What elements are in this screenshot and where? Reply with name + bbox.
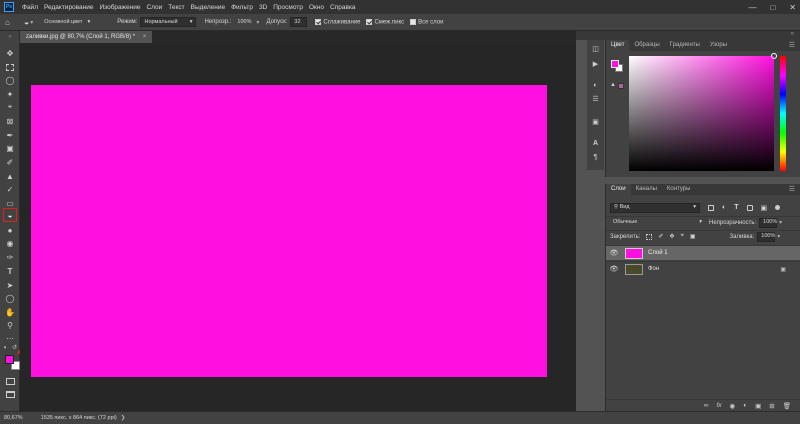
layers-bottom-bar: ∞ fx ◉ ◐ ▣ ⊞ 🗑 [606, 399, 800, 411]
layer-name[interactable]: Слой 1 [648, 250, 668, 256]
collapsed-panel-dock: ◫ ▶ ◐ ☰ ▣ A ¶ [587, 40, 604, 170]
layer-row[interactable]: 👁 Слой 1 [606, 245, 800, 260]
filter-type-icon[interactable]: T [734, 204, 738, 211]
panel-dock-header: « [576, 31, 800, 40]
link-layers-icon[interactable]: ∞ [704, 402, 709, 409]
visibility-eye-icon[interactable]: 👁 [608, 265, 620, 273]
color-panel-tabs: Цвет Образцы Градиенты Узоры ☰ [606, 40, 800, 51]
chevron-down-icon[interactable]: ▾ [779, 219, 782, 226]
layer-filter-row: ⚲ Вид ▾ ◐ T ▣ [610, 202, 796, 213]
close-tab-icon[interactable]: × [143, 34, 147, 40]
layer-filter-dropdown[interactable]: ⚲ Вид ▾ [610, 202, 700, 213]
filter-pixel-icon[interactable] [708, 204, 714, 211]
chevron-down-icon[interactable]: ▾ [777, 233, 780, 240]
layer-lock-row: Закрепить: ✐ ✥ ⌖ ▣ Заливка: 100% ▾ [606, 230, 800, 242]
gamut-color-swatch[interactable] [618, 83, 624, 89]
chevron-down-icon: ▾ [699, 219, 702, 225]
layer-fill-field[interactable]: 100% [757, 231, 775, 242]
character-panel-icon[interactable]: A [590, 138, 601, 148]
layer-blend-row: Обычные ▾ Непрозрачность: 100% ▾ [606, 216, 800, 228]
lock-transparency-icon[interactable] [646, 233, 653, 240]
color-picker-field[interactable] [629, 53, 777, 171]
document-canvas[interactable] [31, 85, 547, 377]
picker-cursor[interactable] [771, 53, 777, 59]
libraries-panel-icon[interactable]: ▣ [590, 117, 601, 127]
lock-image-icon[interactable]: ✐ [658, 233, 663, 240]
layer-opacity-field[interactable]: 100% [759, 217, 777, 228]
color-panel: Цвет Образцы Градиенты Узоры ☰ ▲ [605, 40, 800, 177]
tab-color[interactable]: Цвет [606, 40, 630, 51]
actions-panel-icon[interactable]: ▶ [590, 59, 601, 69]
layers-panel-tabs: Слои Каналы Контуры ☰ [606, 184, 800, 195]
layer-name[interactable]: Фон [648, 266, 659, 272]
lock-all-icon[interactable]: ▣ [690, 233, 696, 240]
document-info: 1535 пикс. x 864 пикс. (72 ppi) [40, 415, 117, 421]
delete-layer-icon[interactable]: 🗑 [783, 402, 791, 410]
layer-thumbnail [625, 263, 643, 275]
adjustment-layer-icon[interactable]: ◐ [743, 402, 747, 409]
status-menu-icon[interactable]: ❯ [121, 415, 126, 421]
lock-artboard-icon[interactable]: ⌖ [680, 233, 683, 240]
document-tab-strip: zаливки.jpg @ 80,7% (Слой 1, RGB/8) * × [20, 31, 576, 43]
chevron-down-icon: ▾ [693, 204, 696, 210]
panel-menu-icon[interactable]: ☰ [789, 40, 795, 51]
layer-row[interactable]: 👁 Фон ▣ [606, 261, 800, 276]
properties-panel-icon[interactable]: ☰ [590, 94, 601, 104]
tab-patterns[interactable]: Узоры [705, 40, 732, 51]
filter-toggle-icon[interactable] [775, 205, 781, 210]
panel-menu-icon[interactable]: ☰ [789, 184, 795, 195]
tab-layers[interactable]: Слои [606, 184, 631, 195]
tab-paths[interactable]: Контуры [662, 184, 696, 195]
blend-mode-dropdown[interactable]: Обычные ▾ [610, 218, 705, 228]
layer-thumbnail [625, 247, 643, 259]
lock-icon[interactable]: ▣ [780, 266, 786, 273]
layer-style-icon[interactable]: fx [716, 402, 721, 409]
tab-swatches[interactable]: Образцы [629, 40, 664, 51]
filter-shape-icon[interactable] [746, 204, 753, 211]
layers-panel: Слои Каналы Контуры ☰ ⚲ Вид ▾ ◐ T ▣ Обычн… [605, 184, 800, 411]
document-tab[interactable]: zаливки.jpg @ 80,7% (Слой 1, RGB/8) * × [20, 31, 153, 43]
paragraph-panel-icon[interactable]: ¶ [590, 152, 601, 162]
collapse-panels-icon[interactable]: « [791, 31, 794, 37]
filter-smart-object-icon[interactable]: ▣ [761, 204, 768, 212]
color-panel-foreground-swatch[interactable] [611, 60, 619, 68]
history-panel-icon[interactable]: ◫ [590, 44, 601, 54]
gamut-warning-icon: ▲ [610, 82, 616, 88]
new-layer-icon[interactable]: ⊞ [769, 402, 774, 410]
visibility-eye-icon[interactable]: 👁 [608, 249, 620, 257]
search-icon: ⚲ [614, 204, 619, 210]
add-mask-icon[interactable]: ◉ [730, 402, 736, 410]
tab-channels[interactable]: Каналы [631, 184, 662, 195]
new-group-icon[interactable]: ▣ [755, 402, 761, 410]
tab-gradients[interactable]: Градиенты [665, 40, 705, 51]
zoom-level[interactable]: 80,67% [4, 415, 23, 421]
layer-opacity-label: Непрозрачность: [709, 219, 757, 226]
status-bar: 80,67% 1535 пикс. x 864 пикс. (72 ppi) ❯ [0, 411, 800, 424]
fill-label: Заливка: [729, 233, 755, 240]
adjustments-panel-icon[interactable]: ◐ [590, 80, 601, 90]
hue-slider[interactable] [780, 56, 786, 171]
filter-adjustment-icon[interactable]: ◐ [722, 204, 726, 211]
document-tab-title: zаливки.jpg @ 80,7% (Слой 1, RGB/8) * [26, 34, 136, 40]
lock-label: Закрепить: [610, 233, 641, 240]
lock-position-icon[interactable]: ✥ [669, 233, 674, 240]
